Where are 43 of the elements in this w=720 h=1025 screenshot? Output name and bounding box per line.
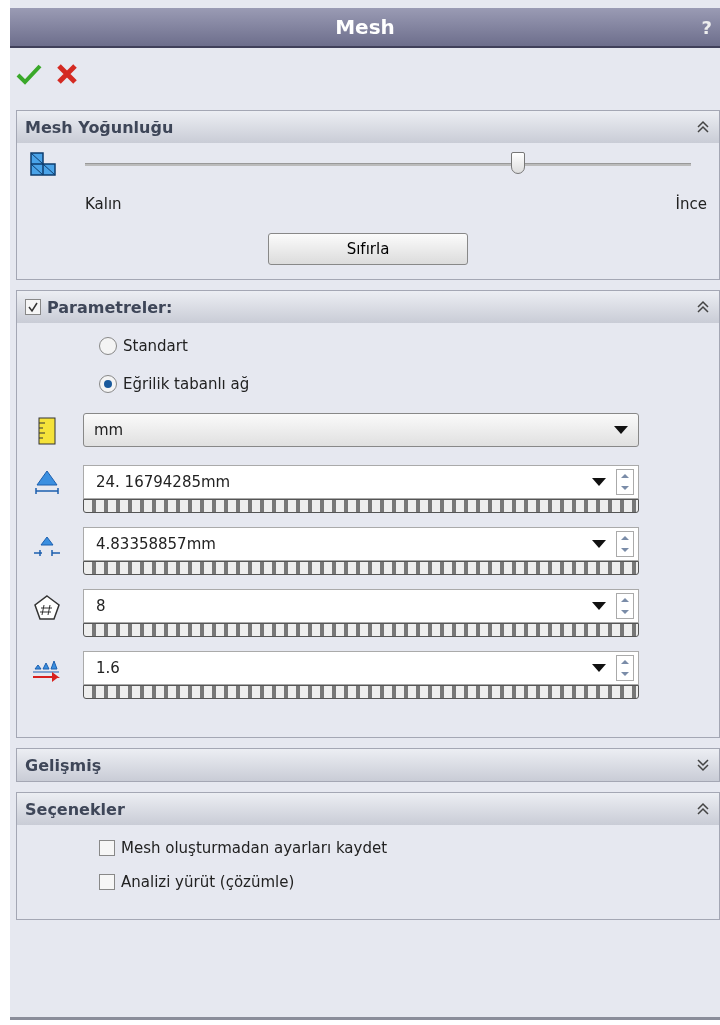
unit-dropdown[interactable]: mm bbox=[83, 413, 639, 447]
slider-min-label: Kalın bbox=[85, 195, 122, 213]
pentagon-hash-icon bbox=[32, 593, 62, 623]
thumbwheel[interactable] bbox=[83, 561, 639, 575]
thumbwheel[interactable] bbox=[83, 499, 639, 513]
spin-arrows-icon[interactable] bbox=[616, 531, 634, 557]
radio-label: Standart bbox=[123, 337, 188, 355]
checkmark-icon[interactable] bbox=[16, 63, 42, 85]
ruler-icon bbox=[38, 417, 56, 445]
caret-icon[interactable] bbox=[614, 426, 628, 434]
value-field[interactable]: 4.83358857mm bbox=[83, 527, 639, 561]
section-header[interactable]: Gelişmiş bbox=[17, 749, 719, 781]
radio-label: Eğrilik tabanlı ağ bbox=[123, 375, 250, 393]
section-checkbox[interactable] bbox=[25, 299, 41, 315]
value-field[interactable]: 8 bbox=[83, 589, 639, 623]
value-field[interactable]: 1.6 bbox=[83, 651, 639, 685]
expand-icon[interactable] bbox=[695, 756, 711, 774]
spin-arrows-icon[interactable] bbox=[616, 469, 634, 495]
window-title: Mesh bbox=[335, 15, 395, 39]
slider-max-label: İnce bbox=[675, 195, 707, 213]
spin-arrows-icon[interactable] bbox=[616, 655, 634, 681]
section-header[interactable]: Seçenekler bbox=[17, 793, 719, 825]
caret-icon[interactable] bbox=[592, 602, 606, 610]
checkbox-label: Mesh oluşturmadan ayarları kaydet bbox=[121, 839, 388, 857]
checkbox[interactable] bbox=[99, 874, 115, 890]
radio-button[interactable] bbox=[99, 337, 117, 355]
close-icon[interactable] bbox=[56, 63, 78, 85]
checkbox-label: Analizi yürüt (çözümle) bbox=[121, 873, 295, 891]
thumbwheel[interactable] bbox=[83, 685, 639, 699]
triangle-width-icon bbox=[32, 469, 62, 497]
checkbox[interactable] bbox=[99, 840, 115, 856]
radio-button[interactable] bbox=[99, 375, 117, 393]
thumbwheel[interactable] bbox=[83, 623, 639, 637]
spin-arrows-icon[interactable] bbox=[616, 593, 634, 619]
caret-icon[interactable] bbox=[592, 540, 606, 548]
slider-thumb[interactable] bbox=[511, 152, 526, 174]
value-field[interactable]: 24. 16794285mm bbox=[83, 465, 639, 499]
section-header[interactable]: Mesh Yoğunluğu bbox=[17, 111, 719, 143]
reset-button[interactable]: Sıfırla bbox=[268, 233, 468, 265]
mesh-cubes-icon bbox=[29, 151, 57, 177]
section-header[interactable]: Parametreler: bbox=[17, 291, 719, 323]
caret-icon[interactable] bbox=[592, 664, 606, 672]
caret-icon[interactable] bbox=[592, 478, 606, 486]
